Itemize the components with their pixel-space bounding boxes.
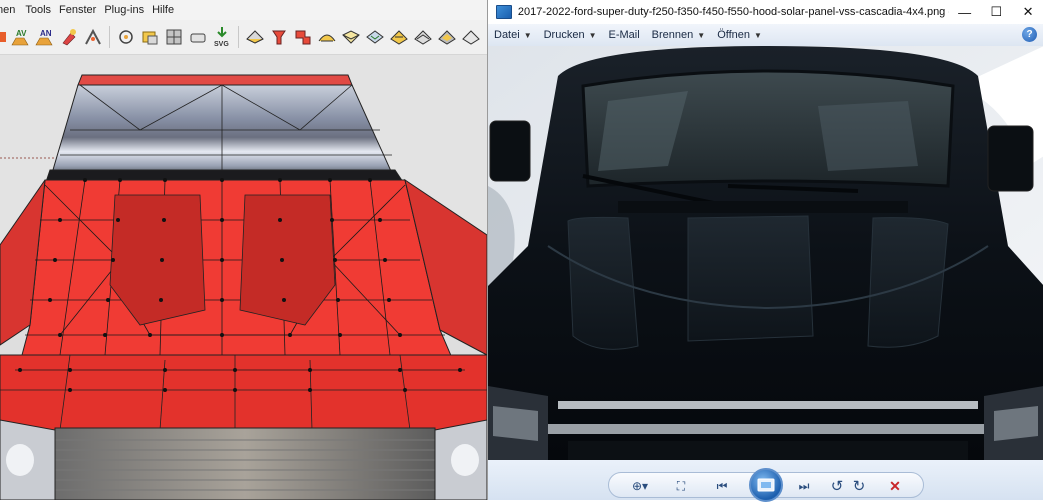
truck-hood-mesh (0, 55, 487, 500)
menu-item-help[interactable]: Hilfe (152, 4, 182, 16)
sandbox-10-icon[interactable] (460, 26, 482, 48)
sandbox-1-icon[interactable] (244, 26, 266, 48)
menu-item-window[interactable]: Fenster (59, 4, 104, 16)
close-button[interactable]: ✕ (1012, 0, 1043, 24)
photo-viewer-window: 2017-2022-ford-super-duty-f250-f350-f450… (487, 0, 1043, 502)
svg-text:AV: AV (16, 29, 27, 38)
sandbox-8-icon[interactable] (412, 26, 434, 48)
dimension-icon[interactable] (115, 26, 137, 48)
sandbox-7-icon[interactable] (388, 26, 410, 48)
delete-icon[interactable]: ✕ (885, 476, 905, 496)
eraser-icon[interactable] (187, 26, 209, 48)
chevron-down-icon: ▼ (697, 30, 706, 40)
sandbox-6-icon[interactable] (364, 26, 386, 48)
email-button[interactable]: E-Mail (603, 29, 646, 41)
open-menu-label: Öffnen (717, 29, 751, 41)
sandbox-2-icon[interactable] (268, 26, 290, 48)
viewer-control-bar: ⊕▾ ⛶ ⏮ ⏭ ↺ ↻ ✕ (488, 460, 1043, 502)
paint-icon[interactable] (58, 26, 80, 48)
email-label: E-Mail (608, 29, 640, 41)
slideshow-icon (757, 478, 775, 492)
slideshow-button[interactable] (749, 468, 783, 502)
rotate-right-icon[interactable]: ↻ (849, 476, 869, 496)
toolbar-separator (109, 26, 110, 48)
sandbox-9-icon[interactable] (436, 26, 458, 48)
toolbar-separator (238, 26, 239, 48)
open-menu-button[interactable]: Öffnen ▼ (711, 29, 768, 41)
help-icon[interactable]: ? (1022, 27, 1037, 42)
sandbox-5-icon[interactable] (340, 26, 362, 48)
file-menu-label: Datei (494, 29, 520, 41)
truck-photo (488, 46, 1043, 460)
window-title: 2017-2022-ford-super-duty-f250-f350-f450… (517, 6, 949, 18)
chevron-down-icon: ▼ (754, 30, 762, 40)
minimize-button[interactable]: — (949, 0, 981, 24)
fit-window-icon[interactable]: ⛶ (671, 476, 691, 496)
menu-bar: nen Tools Fenster Plug-ins Hilfe (0, 0, 487, 20)
menu-item-file[interactable]: nen (0, 4, 25, 16)
rotate-left-icon[interactable]: ↺ (827, 476, 847, 496)
burn-menu-button[interactable]: Brennen ▼ (646, 29, 712, 41)
previous-icon[interactable]: ⏮ (707, 476, 737, 496)
menu-item-tools[interactable]: Tools (25, 4, 59, 16)
zoom-icon[interactable]: ⊕▾ (625, 476, 655, 496)
svg-label: SVG (214, 41, 229, 48)
title-bar[interactable]: 2017-2022-ford-super-duty-f250-f350-f450… (488, 0, 1043, 24)
svg-export-icon[interactable]: SVG (211, 26, 233, 48)
chevron-down-icon: ▼ (523, 30, 532, 40)
burn-menu-label: Brennen (651, 29, 694, 41)
modeler-window: nen Tools Fenster Plug-ins Hilfe AV AN S… (0, 0, 487, 500)
next-icon[interactable]: ⏭ (789, 476, 819, 496)
file-menu-button[interactable]: Datei ▼ (488, 29, 538, 41)
displayed-photo (488, 46, 1043, 460)
print-menu-button[interactable]: Drucken ▼ (538, 29, 603, 41)
maximize-button[interactable]: ☐ (980, 0, 1012, 24)
sandbox-3-icon[interactable] (292, 26, 314, 48)
svg-text:AN: AN (40, 29, 52, 38)
command-bar: Datei ▼ Drucken ▼ E-Mail Brennen ▼ Öffnen ▼ … (488, 24, 1043, 47)
3d-viewport[interactable] (0, 55, 487, 500)
control-pill: ⊕▾ ⛶ ⏮ ⏭ ↺ ↻ ✕ (608, 468, 924, 502)
sandbox-4-icon[interactable] (316, 26, 338, 48)
weld-icon[interactable] (82, 26, 104, 48)
chevron-down-icon: ▼ (588, 30, 597, 40)
menu-item-plugins[interactable]: Plug-ins (104, 4, 152, 16)
print-menu-label: Drucken (543, 29, 585, 41)
extrude-icon[interactable] (0, 26, 8, 48)
group-icon[interactable] (163, 26, 185, 48)
solar-panel-av-icon[interactable]: AV (10, 26, 32, 48)
toolbar: AV AN SVG (0, 20, 487, 55)
select-icon[interactable] (139, 26, 161, 48)
photo-viewer-app-icon (496, 5, 512, 19)
solar-panel-an-icon[interactable]: AN (34, 26, 56, 48)
